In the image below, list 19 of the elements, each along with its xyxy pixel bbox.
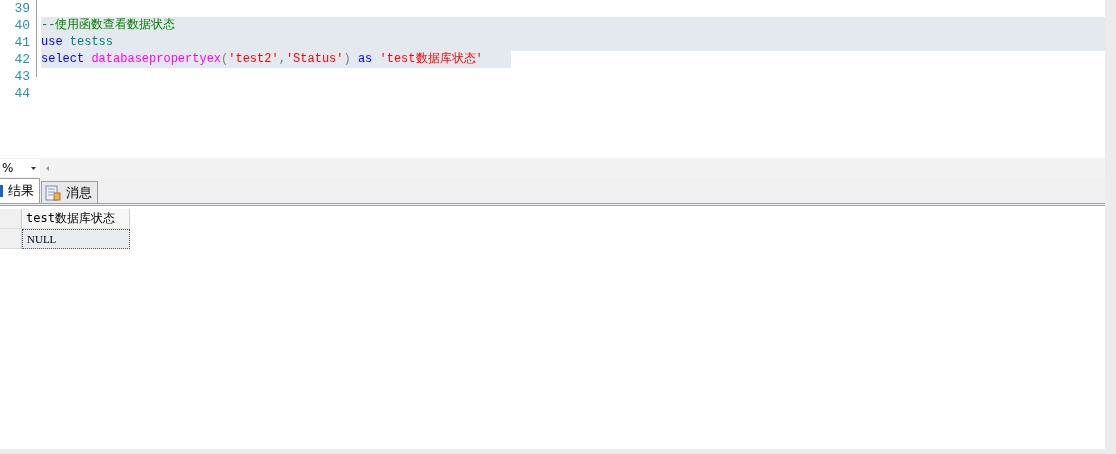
row-header[interactable] (0, 209, 22, 229)
zoom-dropdown[interactable]: % (0, 159, 40, 177)
table-cell[interactable]: NULL (22, 229, 130, 249)
line-number: 42 (13, 51, 31, 68)
document-icon (45, 184, 61, 201)
line-number: 41 (13, 34, 31, 51)
scroll-left-icon[interactable] (46, 165, 49, 171)
grid-icon (0, 185, 3, 197)
result-tab[interactable]: 消息 (41, 181, 98, 203)
line-number: 39 (13, 0, 31, 17)
line-number: 43 (13, 68, 31, 85)
column-header[interactable]: test数据库状态 (22, 209, 130, 229)
code-line: --使用函数查看数据状态 (41, 17, 176, 34)
caret-icon (31, 166, 36, 170)
code-line: use testss (41, 34, 114, 51)
line-number: 40 (13, 17, 31, 34)
row-header[interactable] (0, 229, 22, 249)
line-number: 44 (13, 85, 31, 102)
result-tab[interactable]: 结果 (0, 178, 40, 203)
